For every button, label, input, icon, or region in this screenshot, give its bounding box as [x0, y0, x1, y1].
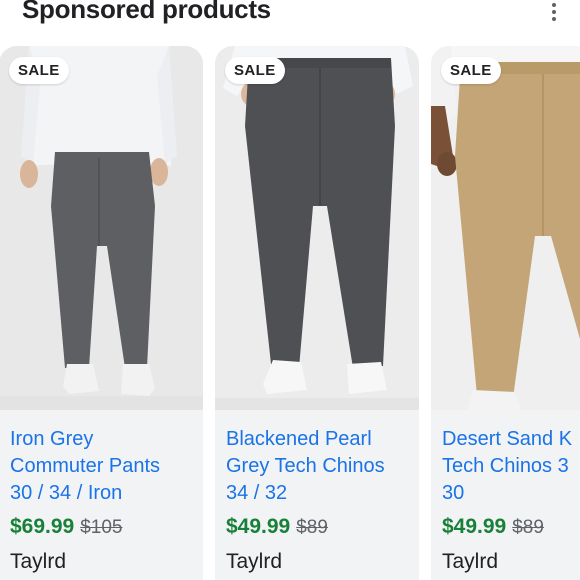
merchant-name: Taylrd: [226, 550, 283, 573]
sale-price: $49.99: [226, 515, 291, 538]
sale-badge: SALE: [441, 57, 501, 84]
section-title: Sponsored products: [22, 0, 271, 24]
product-title[interactable]: Iron Grey Commuter Pants 30 / 34 / Iron: [10, 426, 203, 507]
sale-price: $49.99: [442, 515, 507, 538]
product-card[interactable]: SALE Desert Sand K Tech Chinos 3 30 $49.…: [431, 46, 580, 580]
product-photo-pants: [215, 46, 419, 410]
original-price: $89: [296, 517, 328, 538]
sale-badge: SALE: [225, 57, 285, 84]
product-title-line[interactable]: Grey Tech Chinos: [226, 453, 419, 480]
product-title-line[interactable]: Desert Sand K: [442, 426, 580, 453]
product-title-line[interactable]: Blackened Pearl: [226, 426, 419, 453]
original-price: $89: [512, 517, 544, 538]
sponsored-products-header: Sponsored products: [0, 0, 580, 38]
product-image[interactable]: SALE: [431, 46, 580, 410]
merchant-name: Taylrd: [442, 550, 499, 573]
product-card[interactable]: SALE Iron Grey Commuter Pants 30 / 34 / …: [0, 46, 203, 580]
product-title-line[interactable]: Commuter Pants: [10, 453, 203, 480]
product-card[interactable]: SALE Blackened Pearl Grey Tech Chinos 34…: [215, 46, 419, 580]
product-info[interactable]: Desert Sand K Tech Chinos 3 30 $49.99 $89…: [431, 410, 580, 580]
product-title[interactable]: Desert Sand K Tech Chinos 3 30: [442, 426, 580, 507]
sale-badge: SALE: [9, 57, 69, 84]
product-title-line[interactable]: 30: [442, 480, 580, 507]
product-title-line[interactable]: 34 / 32: [226, 480, 419, 507]
original-price: $105: [80, 517, 123, 538]
product-info[interactable]: Blackened Pearl Grey Tech Chinos 34 / 32…: [215, 410, 419, 580]
price-row: $49.99 $89: [226, 515, 328, 539]
product-info[interactable]: Iron Grey Commuter Pants 30 / 34 / Iron …: [0, 410, 203, 580]
sale-price: $69.99: [10, 515, 75, 538]
product-image[interactable]: SALE: [0, 46, 203, 410]
product-image[interactable]: SALE: [215, 46, 419, 410]
price-row: $49.99 $89: [442, 515, 544, 539]
product-photo-pants: [0, 46, 203, 410]
product-title-line[interactable]: Tech Chinos 3: [442, 453, 580, 480]
product-title[interactable]: Blackened Pearl Grey Tech Chinos 34 / 32: [226, 426, 419, 507]
product-photo-pants: [431, 46, 580, 410]
price-row: $69.99 $105: [10, 515, 123, 539]
more-options-icon[interactable]: [542, 0, 566, 24]
merchant-name: Taylrd: [10, 550, 67, 573]
product-title-line[interactable]: 30 / 34 / Iron: [10, 480, 203, 507]
product-title-line[interactable]: Iron Grey: [10, 426, 203, 453]
product-carousel[interactable]: SALE Iron Grey Commuter Pants 30 / 34 / …: [0, 46, 580, 580]
